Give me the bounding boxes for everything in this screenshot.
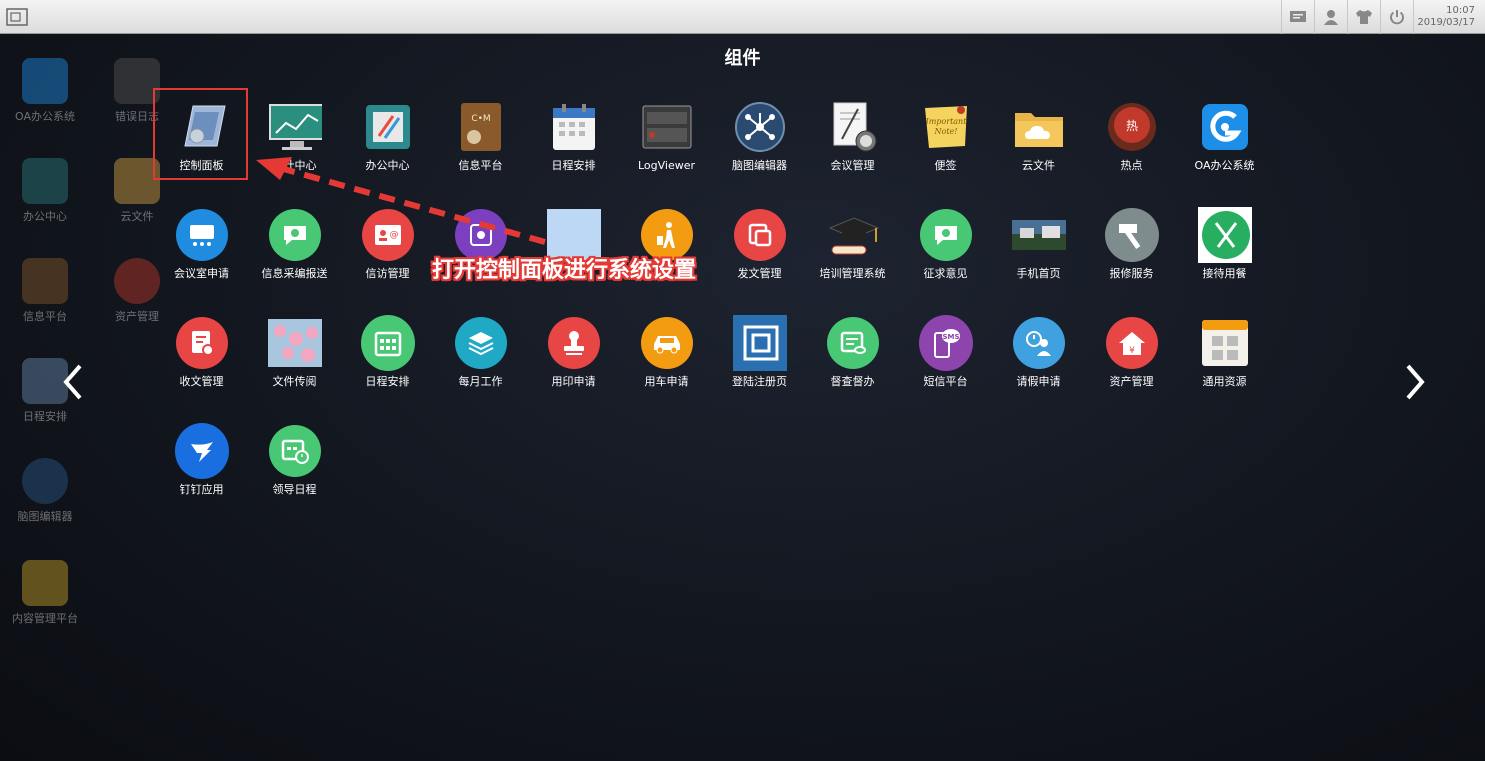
annotation-text: 打开控制面板进行系统设置 (432, 258, 697, 283)
annotation-arrow (256, 157, 546, 245)
